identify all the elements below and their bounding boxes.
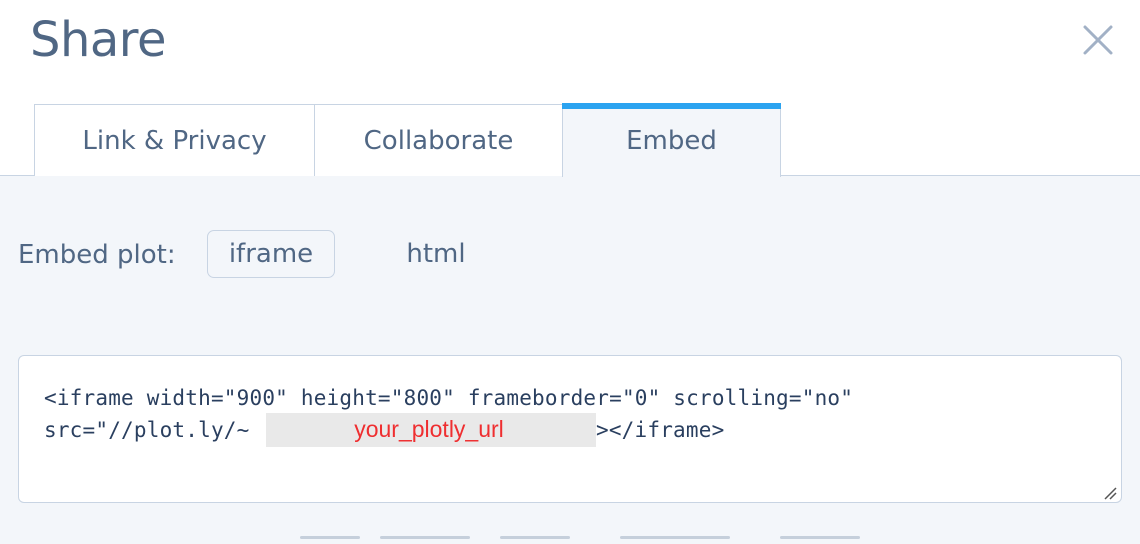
close-icon[interactable]	[1080, 22, 1116, 58]
dialog-header: Share	[0, 0, 1140, 104]
option-label: html	[406, 239, 466, 269]
iframe-option-button[interactable]: iframe	[207, 230, 335, 278]
active-tab-indicator	[562, 103, 781, 109]
tab-embed[interactable]: Embed	[562, 103, 781, 177]
resize-handle-icon[interactable]	[1103, 485, 1117, 500]
option-label: iframe	[228, 239, 314, 269]
embed-code-line-2-start: src="//plot.ly/~	[44, 418, 250, 442]
dialog-title: Share	[30, 12, 167, 68]
html-option-button[interactable]: html	[384, 230, 488, 278]
embed-plot-label: Embed plot:	[18, 240, 176, 270]
share-dialog: Share Link & Privacy Collaborate Embed E…	[0, 0, 1140, 544]
embed-code-line-2-end: ></iframe>	[596, 418, 725, 442]
tab-label: Link & Privacy	[82, 125, 267, 156]
embed-code-line-1: <iframe width="900" height="800" framebo…	[44, 386, 854, 410]
tab-collaborate[interactable]: Collaborate	[314, 104, 563, 176]
footer-text-peek	[0, 536, 1140, 544]
tab-label: Embed	[626, 126, 717, 156]
tab-label: Collaborate	[363, 125, 514, 156]
tab-link-privacy[interactable]: Link & Privacy	[34, 104, 315, 176]
url-placeholder: your_plotly_url	[354, 415, 504, 442]
